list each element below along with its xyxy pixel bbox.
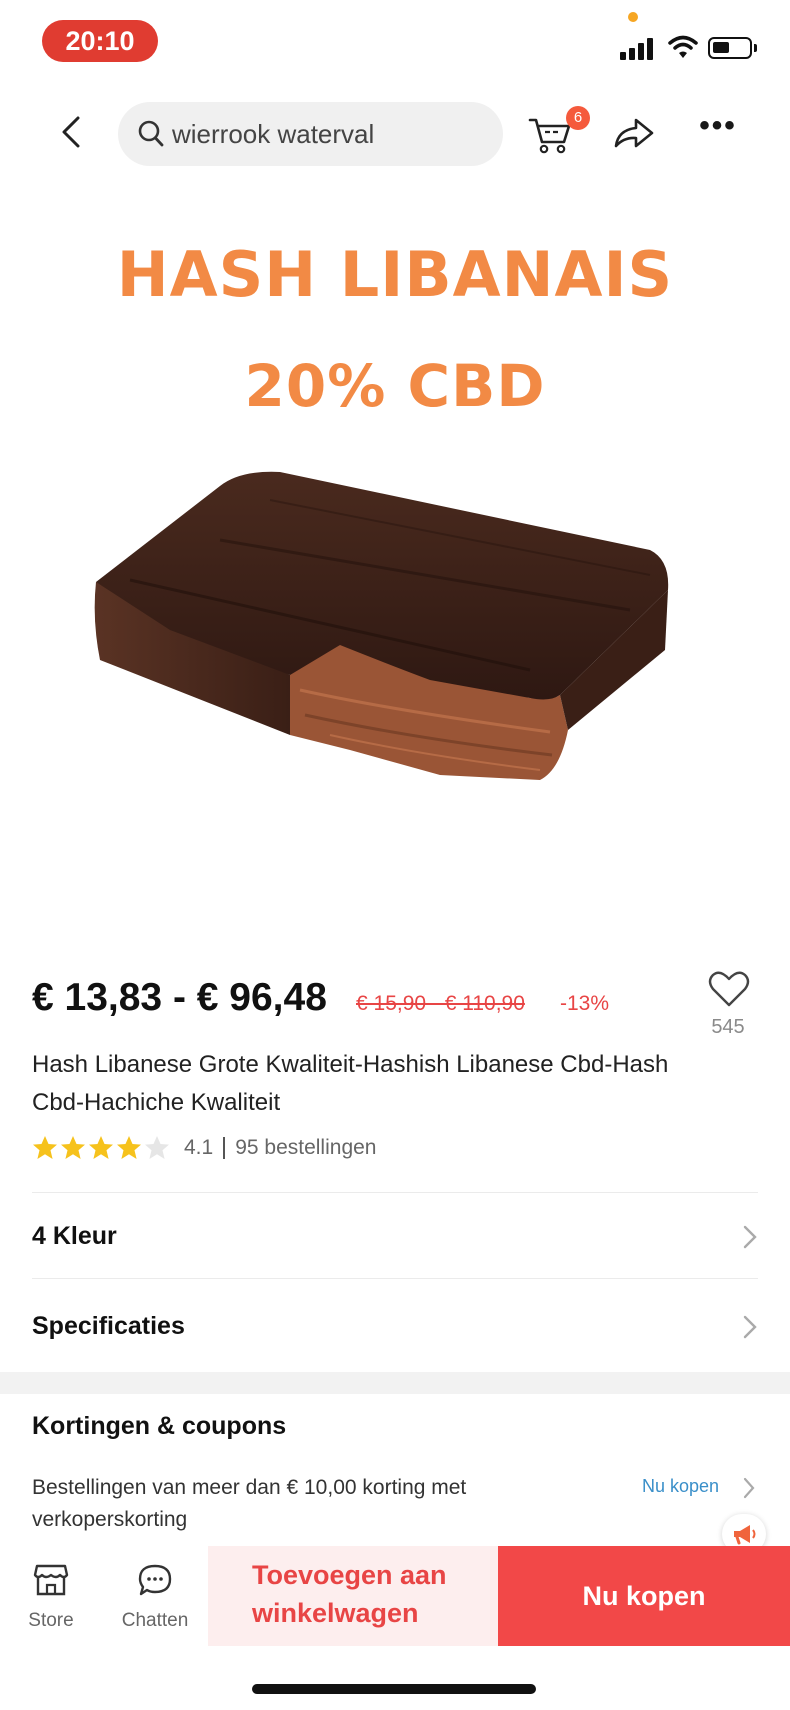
store-label: Store bbox=[28, 1610, 74, 1631]
chevron-right-icon[interactable] bbox=[742, 1476, 756, 1500]
share-icon[interactable] bbox=[612, 114, 656, 152]
chat-button[interactable]: Chatten bbox=[110, 1558, 200, 1644]
buy-now-button[interactable]: Nu kopen bbox=[498, 1546, 790, 1646]
status-time: 20:10 bbox=[42, 20, 158, 62]
back-arrow-icon[interactable] bbox=[52, 110, 92, 154]
hash-block-illustration bbox=[94, 471, 669, 780]
bottom-action-bar: Store Chatten Toevoegen aan winkelwagen … bbox=[0, 1546, 790, 1650]
coupon-buy-now-link[interactable]: Nu kopen bbox=[642, 1476, 719, 1497]
top-nav-bar: wierrook waterval 6 ••• bbox=[0, 96, 790, 172]
coupons-title: Kortingen & coupons bbox=[32, 1412, 287, 1440]
color-option-label: 4 Kleur bbox=[32, 1222, 117, 1250]
image-promo-title: HASH LIBANAIS bbox=[116, 238, 674, 311]
search-input[interactable]: wierrook waterval bbox=[118, 102, 503, 166]
star-icon bbox=[61, 1136, 85, 1159]
original-price: € 15,90 - € 110,90 bbox=[356, 992, 525, 1015]
add-to-cart-label-line1: Toevoegen aan bbox=[252, 1560, 447, 1590]
image-promo-subtitle: 20% CBD bbox=[244, 352, 546, 420]
chevron-right-icon bbox=[743, 1225, 757, 1249]
signal-icon bbox=[620, 36, 660, 60]
chat-label: Chatten bbox=[121, 1610, 189, 1631]
add-to-cart-button[interactable]: Toevoegen aan winkelwagen bbox=[208, 1546, 498, 1646]
specifications-label: Specificaties bbox=[32, 1312, 185, 1340]
status-bar: 20:10 bbox=[0, 0, 790, 90]
rating-value: 4.1 bbox=[184, 1136, 214, 1159]
wishlist-button[interactable]: 545 bbox=[700, 966, 756, 1046]
heart-icon bbox=[708, 971, 750, 1007]
search-icon bbox=[138, 120, 164, 147]
store-icon bbox=[33, 1564, 69, 1596]
battery-icon bbox=[708, 37, 757, 59]
rating-row[interactable]: 4.1 95 bestellingen bbox=[32, 1132, 376, 1164]
price-row: € 13,83 - € 96,48 € 15,90 - € 110,90 -13… bbox=[0, 972, 790, 1032]
cart-button[interactable]: 6 bbox=[526, 106, 590, 158]
store-button[interactable]: Store bbox=[6, 1558, 96, 1644]
chevron-right-icon bbox=[743, 1315, 757, 1339]
home-indicator[interactable] bbox=[252, 1684, 536, 1694]
discount-badge: -13% bbox=[560, 992, 610, 1015]
search-query-text: wierrook waterval bbox=[172, 119, 375, 149]
rating-separator bbox=[223, 1137, 226, 1159]
star-icon bbox=[33, 1136, 57, 1159]
price-range: € 13,83 - € 96,48 bbox=[32, 976, 327, 1019]
divider bbox=[32, 1278, 758, 1279]
product-image[interactable]: HASH LIBANAIS 20% CBD bbox=[0, 180, 790, 940]
star-rating bbox=[32, 1135, 170, 1161]
more-options-icon[interactable]: ••• bbox=[696, 111, 740, 152]
star-empty-icon bbox=[145, 1136, 169, 1159]
cart-count-badge: 6 bbox=[566, 106, 590, 130]
wishlist-count: 545 bbox=[711, 1016, 745, 1038]
star-icon bbox=[89, 1136, 113, 1159]
section-separator bbox=[0, 1372, 790, 1394]
color-option-row[interactable]: 4 Kleur bbox=[0, 1196, 790, 1276]
divider bbox=[32, 1192, 758, 1193]
activity-dot bbox=[628, 12, 638, 22]
chat-icon bbox=[138, 1564, 172, 1596]
star-icon bbox=[117, 1136, 141, 1159]
specifications-row[interactable]: Specificaties bbox=[0, 1286, 790, 1366]
coupon-description: Bestellingen van meer dan € 10,00 kortin… bbox=[32, 1476, 467, 1531]
wifi-icon bbox=[668, 35, 698, 58]
order-count: 95 bestellingen bbox=[235, 1136, 377, 1159]
add-to-cart-label-line2: winkelwagen bbox=[252, 1598, 419, 1628]
product-title: Hash Libanese Grote Kwaliteit-Hashish Li… bbox=[32, 1051, 669, 1116]
